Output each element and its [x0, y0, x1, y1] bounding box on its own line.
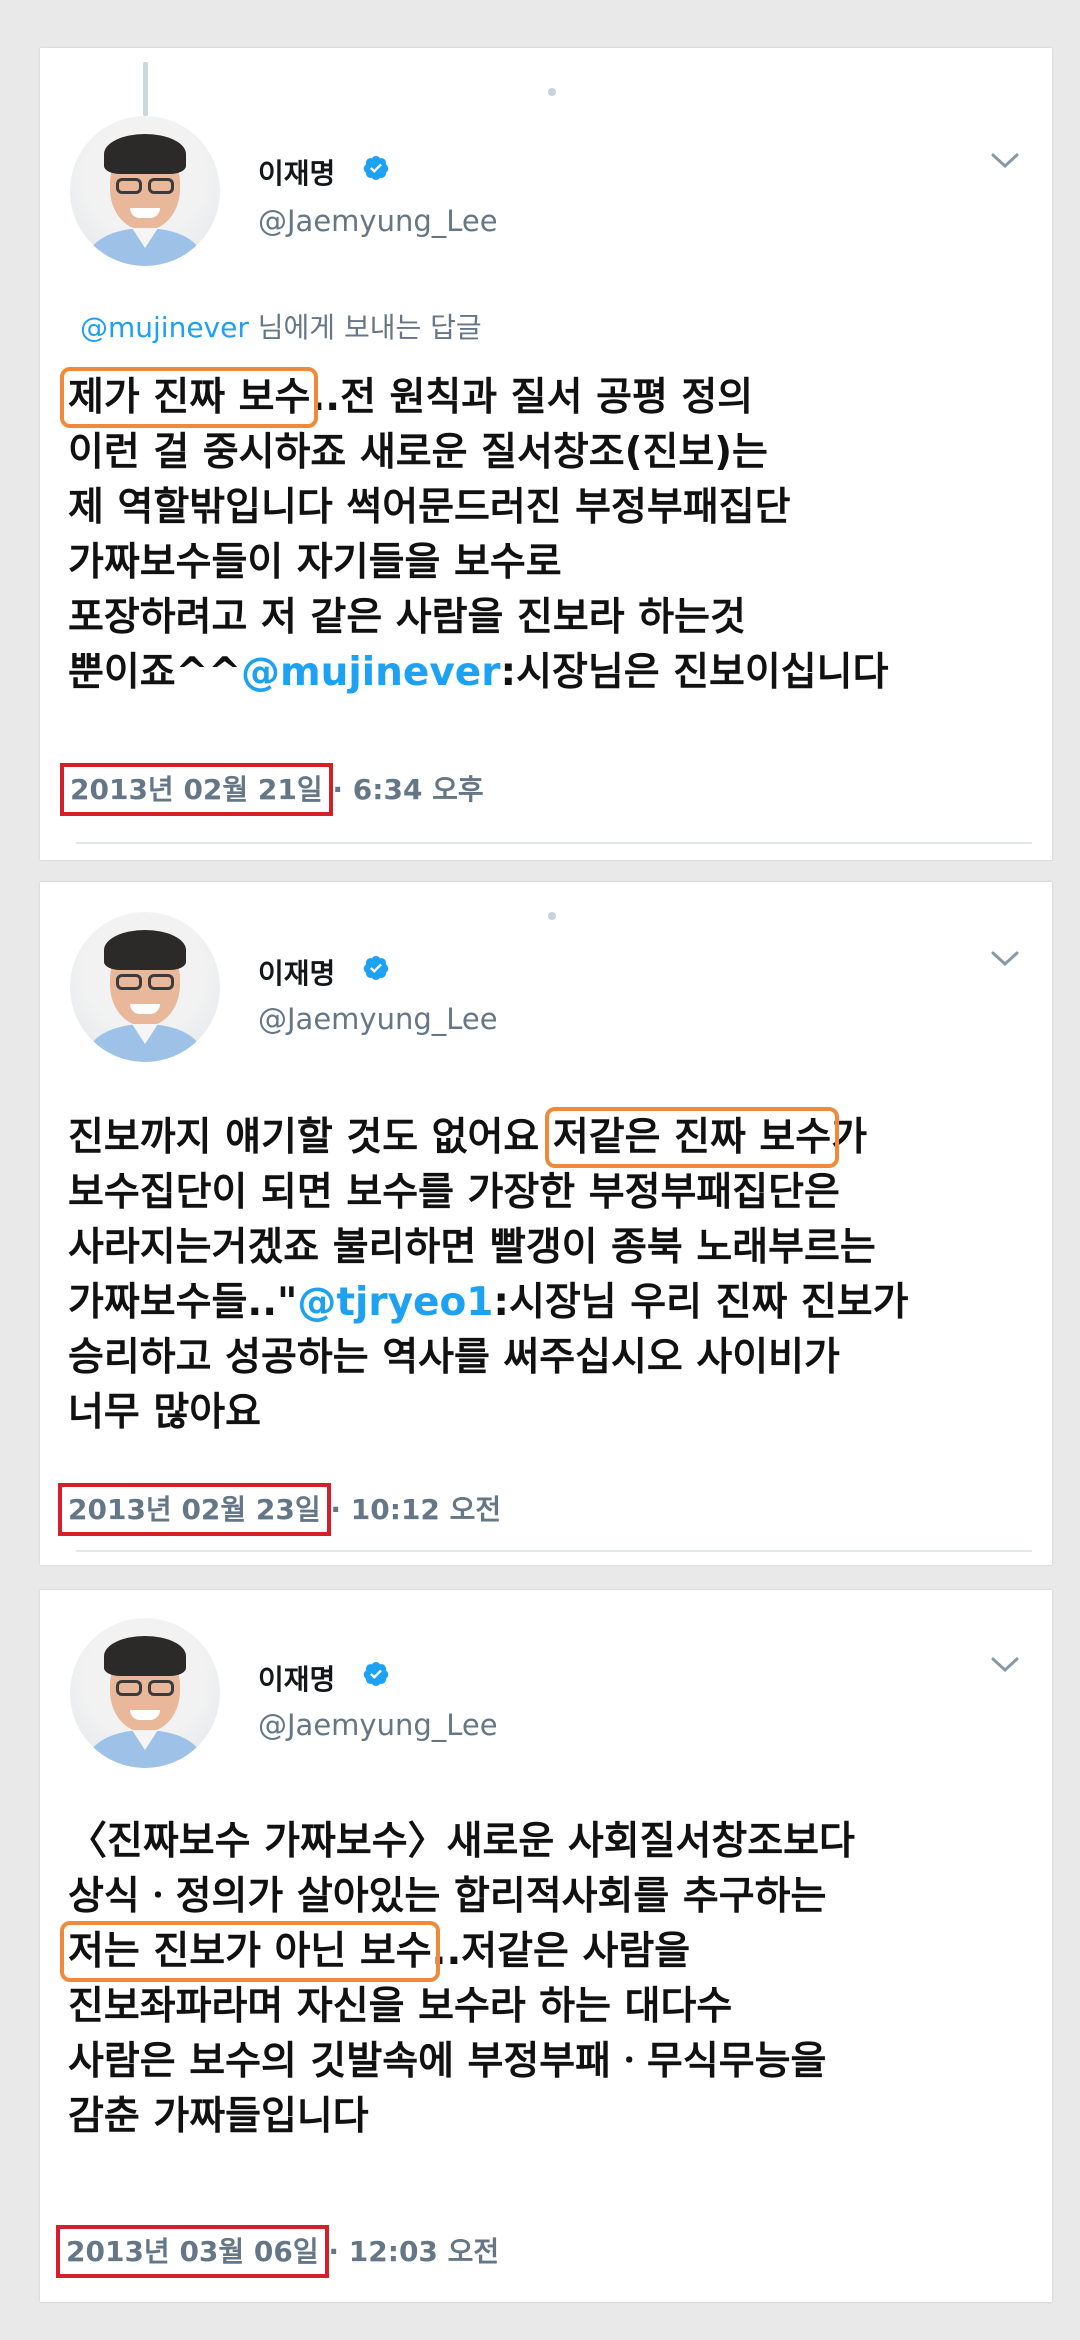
divider: [76, 842, 1032, 844]
mention-link[interactable]: @tjryeo1: [297, 1280, 493, 1325]
tweet-body: 진보까지 얘기할 것도 없어요 저같은 진짜 보수가 보수집단이 되면 보수를 …: [68, 1107, 1048, 1440]
tweet-timestamp[interactable]: 2013년 02월 21일 · 6:34 오후: [60, 763, 484, 816]
reply-suffix: 님에게 보내는 답글: [257, 311, 482, 344]
avatar[interactable]: [70, 116, 220, 266]
tweet-card-2: 이재명 @Jaemyung_Lee 진보까지 얘기할 것도 없어요 저같은 진짜…: [40, 882, 1052, 1565]
tweet-line: 진보좌파라며 자신을 보수라 하는 대다수: [68, 1984, 733, 2029]
tweet-line: 이런 걸 중시하죠 새로운 질서창조(진보)는: [68, 430, 768, 475]
verified-badge-icon: [363, 1662, 389, 1686]
tweet-line: 뿐이죠^^@mujinever:시장님은 진보이십니다: [68, 650, 889, 695]
chevron-down-icon[interactable]: [990, 950, 1020, 968]
tweet-line: 가짜보수들.."@tjryeo1:시장님 우리 진짜 진보가: [68, 1280, 909, 1325]
tweet-time: · 12:03 오전: [328, 2235, 500, 2268]
tweet-timestamp[interactable]: 2013년 03월 06일 · 12:03 오전: [56, 2225, 500, 2278]
tweet-line: 진보까지 얘기할 것도 없어요 저같은 진짜 보수가: [68, 1107, 868, 1168]
tweet-date: 2013년 03월 06일: [56, 2225, 329, 2278]
highlighted-phrase: 저는 진보가 아닌 보수: [60, 1921, 440, 1982]
tweet-line: 감춘 가짜들입니다: [68, 2094, 369, 2139]
tweet-date: 2013년 02월 21일: [60, 763, 333, 816]
chevron-down-icon[interactable]: [990, 1656, 1020, 1674]
tweet-line: 제 역할밖입니다 썩어문드러진 부정부패집단: [68, 485, 791, 530]
tweet-line: 상식ㆍ정의가 살아있는 합리적사회를 추구하는: [68, 1874, 827, 1919]
tweet-line: 보수집단이 되면 보수를 가장한 부정부패집단은: [68, 1170, 840, 1215]
tweet-line: 승리하고 성공하는 역사를 써주십시오 사이비가: [68, 1335, 840, 1380]
display-name[interactable]: 이재명: [258, 1658, 335, 1698]
scroll-dot: [548, 912, 556, 920]
verified-badge-icon: [363, 956, 389, 980]
thread-connector-line: [143, 62, 148, 116]
tweet-card-3: 이재명 @Jaemyung_Lee 〈진짜보수 가짜보수〉새로운 사회질서창조보…: [40, 1590, 1052, 2302]
tweet-card-1: 이재명 @Jaemyung_Lee @mujinever 님에게 보내는 답글 …: [40, 48, 1052, 860]
divider: [76, 1550, 1032, 1552]
tweet-body: 〈진짜보수 가짜보수〉새로운 사회질서창조보다 상식ㆍ정의가 살아있는 합리적사…: [60, 1814, 1048, 2144]
display-name[interactable]: 이재명: [258, 152, 335, 192]
tweet-line: 너무 많아요: [68, 1390, 261, 1435]
highlighted-phrase: 저같은 진짜 보수: [544, 1107, 840, 1168]
avatar[interactable]: [70, 1618, 220, 1768]
display-name[interactable]: 이재명: [258, 952, 335, 992]
tweet-line: 저는 진보가 아닌 보수..저같은 사람을: [60, 1921, 691, 1982]
tweet-timestamp[interactable]: 2013년 02월 23일 · 10:12 오전: [58, 1483, 502, 1536]
avatar[interactable]: [70, 912, 220, 1062]
tweet-time: · 10:12 오전: [330, 1493, 502, 1526]
verified-badge-icon: [363, 156, 389, 180]
tweet-line: 사람은 보수의 깃발속에 부정부패ㆍ무식무능을: [68, 2039, 827, 2084]
tweet-line: 제가 진짜 보수..전 원칙과 질서 공평 정의: [59, 367, 754, 428]
tweet-time: · 6:34 오후: [332, 773, 484, 806]
user-handle[interactable]: @Jaemyung_Lee: [258, 1708, 498, 1742]
mention-link[interactable]: @mujinever: [241, 650, 500, 695]
user-handle[interactable]: @Jaemyung_Lee: [258, 204, 498, 238]
tweet-line: 사라지는거겠죠 불리하면 빨갱이 종북 노래부르는: [68, 1225, 876, 1270]
scroll-dot: [548, 88, 556, 96]
highlighted-phrase: 제가 진짜 보수: [59, 367, 319, 428]
user-handle[interactable]: @Jaemyung_Lee: [258, 1002, 498, 1036]
tweet-line: 〈진짜보수 가짜보수〉새로운 사회질서창조보다: [68, 1819, 855, 1864]
reply-target-user[interactable]: @mujinever: [80, 311, 249, 344]
tweet-line: 가짜보수들이 자기들을 보수로: [68, 540, 562, 585]
tweet-date: 2013년 02월 23일: [58, 1483, 331, 1536]
tweet-line: 포장하려고 저 같은 사람을 진보라 하는것: [68, 595, 746, 640]
tweet-body: 제가 진짜 보수..전 원칙과 질서 공평 정의 이런 걸 중시하죠 새로운 질…: [59, 367, 1048, 700]
reply-context: @mujinever 님에게 보내는 답글: [80, 306, 482, 346]
chevron-down-icon[interactable]: [990, 152, 1020, 170]
